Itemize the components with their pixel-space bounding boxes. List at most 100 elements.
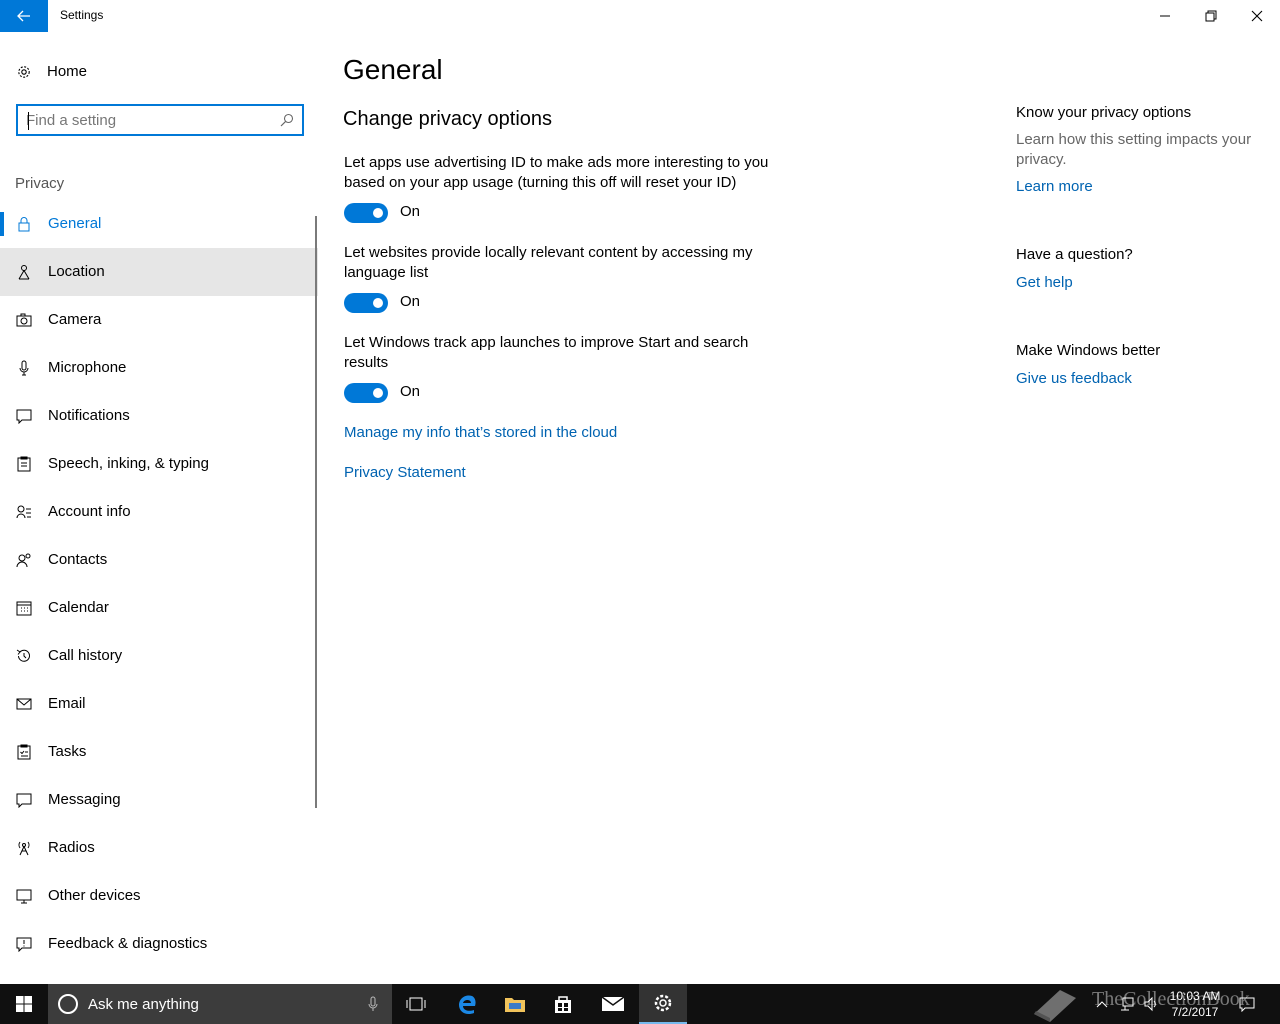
contacts-icon: [16, 553, 31, 568]
sidebar-item-messaging[interactable]: Messaging: [0, 776, 318, 824]
sidebar-item-call-history[interactable]: Call history: [0, 632, 318, 680]
file-explorer-button[interactable]: [491, 984, 539, 1024]
sidebar-item-speech[interactable]: Speech, inking, & typing: [0, 440, 318, 488]
store-button[interactable]: [539, 984, 587, 1024]
history-icon: [16, 649, 30, 662]
message-icon: [16, 793, 32, 808]
search-icon[interactable]: [280, 113, 294, 127]
sidebar-item-label: Other devices: [48, 887, 141, 904]
taskbar-clock[interactable]: 10:03 AM 7/2/2017: [1162, 988, 1228, 1020]
mail-icon: [16, 698, 32, 710]
sidebar-item-label: Camera: [48, 311, 102, 328]
restore-icon: [1205, 10, 1217, 22]
location-icon: [18, 265, 30, 280]
mail-icon: [601, 996, 625, 1011]
gear-icon: [18, 66, 30, 78]
sidebar-item-label: Speech, inking, & typing: [48, 455, 209, 472]
sidebar-item-feedback[interactable]: Feedback & diagnostics: [0, 920, 318, 968]
sidebar-item-label: Feedback & diagnostics: [48, 935, 208, 952]
tasks-icon: [17, 744, 31, 760]
toggle-row: On: [344, 383, 784, 405]
home-button[interactable]: Home: [0, 56, 318, 88]
setting-app-launches: Let Windows track app launches to improv…: [344, 333, 784, 405]
search-box[interactable]: [16, 104, 304, 136]
close-button[interactable]: [1234, 0, 1280, 32]
know-privacy-text: Learn how this setting impacts your priv…: [1016, 131, 1252, 168]
settings-app-button[interactable]: [639, 984, 687, 1024]
sidebar-item-contacts[interactable]: Contacts: [0, 536, 318, 584]
sidebar-item-email[interactable]: Email: [0, 680, 318, 728]
section-title: Change privacy options: [343, 108, 553, 130]
network-tray-button[interactable]: [1116, 984, 1138, 1024]
sidebar-item-label: Contacts: [48, 551, 108, 568]
task-view-button[interactable]: [392, 984, 440, 1024]
feedback-icon: [16, 937, 32, 952]
app-launches-toggle[interactable]: [344, 383, 388, 403]
sidebar-item-label: Notifications: [48, 407, 130, 424]
taskbar: Ask me anything TheCollectionBook 10:03 …: [0, 984, 1280, 1024]
edge-button[interactable]: [443, 984, 491, 1024]
close-icon: [1251, 10, 1263, 22]
folder-icon: [505, 998, 525, 1012]
search-input[interactable]: [26, 110, 274, 130]
action-center-icon: [1239, 997, 1255, 1012]
sidebar-item-location[interactable]: Location: [0, 248, 318, 296]
windows-logo-icon: [16, 996, 32, 1012]
sidebar: Home Privacy General Location Camera Mic…: [0, 32, 318, 984]
clock-time: 10:03 AM: [1169, 989, 1221, 1003]
privacy-statement-link[interactable]: Privacy Statement: [344, 464, 466, 481]
lock-icon: [18, 217, 30, 232]
network-icon: [1121, 997, 1134, 1011]
sidebar-item-label: Call history: [48, 647, 123, 664]
start-button[interactable]: [0, 984, 48, 1024]
cortana-icon: [58, 994, 78, 1014]
sidebar-item-label: Radios: [48, 839, 95, 856]
text-caret: [28, 112, 29, 130]
restore-button[interactable]: [1188, 0, 1234, 32]
show-hidden-icons-button[interactable]: [1092, 984, 1112, 1024]
devices-icon: [16, 889, 32, 904]
sidebar-item-account-info[interactable]: Account info: [0, 488, 318, 536]
toggle-state: On: [400, 383, 421, 400]
sidebar-item-label: Microphone: [48, 359, 127, 376]
learn-more-link[interactable]: Learn more: [1016, 178, 1093, 195]
clock-date: 7/2/2017: [1171, 1005, 1219, 1019]
microphone-icon[interactable]: [368, 996, 378, 1012]
sidebar-item-tasks[interactable]: Tasks: [0, 728, 318, 776]
sidebar-item-label: Account info: [48, 503, 131, 520]
give-feedback-link[interactable]: Give us feedback: [1016, 370, 1132, 387]
back-arrow-icon: [17, 10, 30, 22]
home-label: Home: [47, 63, 88, 80]
toggle-knob: [373, 388, 383, 398]
minimize-button[interactable]: [1142, 0, 1188, 32]
advertising-id-toggle[interactable]: [344, 203, 388, 223]
action-center-button[interactable]: [1236, 984, 1258, 1024]
sidebar-item-label: Tasks: [48, 743, 87, 760]
sidebar-item-camera[interactable]: Camera: [0, 296, 318, 344]
calendar-icon: [16, 601, 32, 616]
get-help-link[interactable]: Get help: [1016, 274, 1073, 291]
task-view-icon: [406, 997, 426, 1011]
sidebar-item-radios[interactable]: Radios: [0, 824, 318, 872]
setting-advertising-id: Let apps use advertising ID to make ads …: [344, 153, 784, 225]
volume-tray-button[interactable]: [1140, 984, 1162, 1024]
sidebar-item-other-devices[interactable]: Other devices: [0, 872, 318, 920]
manage-cloud-info-link[interactable]: Manage my info that’s stored in the clou…: [344, 424, 617, 441]
sidebar-scrollbar[interactable]: [315, 216, 317, 808]
window-title: Settings: [60, 8, 104, 22]
toggle-knob: [373, 298, 383, 308]
language-list-toggle[interactable]: [344, 293, 388, 313]
sidebar-item-microphone[interactable]: Microphone: [0, 344, 318, 392]
sidebar-item-label: Calendar: [48, 599, 109, 616]
selection-indicator: [0, 212, 4, 236]
toggle-knob: [373, 208, 383, 218]
setting-language-list: Let websites provide locally relevant co…: [344, 243, 784, 315]
sidebar-item-calendar[interactable]: Calendar: [0, 584, 318, 632]
cortana-search-box[interactable]: Ask me anything: [48, 984, 392, 1024]
mail-app-button[interactable]: [589, 984, 637, 1024]
sidebar-item-notifications[interactable]: Notifications: [0, 392, 318, 440]
back-button[interactable]: [0, 0, 48, 32]
camera-icon: [16, 313, 32, 327]
sidebar-item-label: Location: [48, 263, 105, 280]
sidebar-item-general[interactable]: General: [0, 200, 318, 248]
